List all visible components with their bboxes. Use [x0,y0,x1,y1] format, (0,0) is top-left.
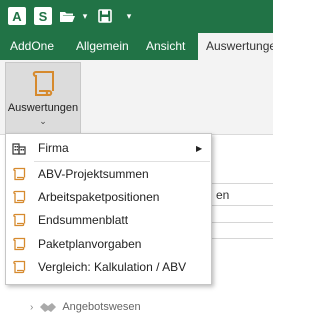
menu-item-label: Firma [38,141,69,155]
submenu-arrow-icon: ▶ [196,143,203,153]
report-scroll-icon [32,71,54,96]
menu-item-label: Vergleich: Kalkulation / ABV [38,260,187,274]
tab-allgemein[interactable]: Allgemein [76,33,129,60]
ribbon-panel: Auswertungen ⌄ [0,60,273,135]
tab-ansicht[interactable]: Ansicht [146,33,185,60]
handshake-icon [40,303,57,312]
tab-auswertungen[interactable]: Auswertungen [198,33,273,60]
menu-separator [34,161,210,162]
menu-item-abv-projektsummen[interactable]: ABV-Projektsummen [6,163,211,185]
report-scroll-icon [13,260,26,274]
menu-item-label: Paketplanvorgaben [38,237,142,251]
menu-item-label: ABV-Projektsummen [38,167,149,181]
menu-item-firma[interactable]: Firma ▶ [6,137,211,159]
menu-item-endsummenblatt[interactable]: Endsummenblatt [6,209,211,231]
tab-addone[interactable]: AddOne [10,33,54,60]
report-scroll-icon [13,213,26,227]
customize-toolbar-icon[interactable]: ▾ [124,7,134,25]
report-scroll-icon [13,167,26,181]
grid-line [212,222,273,223]
building-icon [12,143,26,155]
menu-item-vergleich[interactable]: Vergleich: Kalkulation / ABV [6,256,211,278]
app-s-icon[interactable]: S [34,7,52,25]
auswertungen-button[interactable]: Auswertungen ⌄ [5,62,81,134]
auswertungen-menu: Firma ▶ ABV-Projektsummen Arbeitspaketpo… [5,133,212,285]
menu-item-label: Arbeitspaketpositionen [38,190,160,204]
angebotswesen-label: Angebotswesen [62,301,141,313]
menu-item-paketplanvorgaben[interactable]: Paketplanvorgaben [6,233,211,255]
open-dropdown-icon[interactable]: ▾ [80,7,90,25]
app-a-icon[interactable]: A [8,7,26,25]
column-header-partial: en [216,188,230,202]
menu-item-arbeitspaketpositionen[interactable]: Arbeitspaketpositionen [6,186,211,208]
grid-line [212,205,273,206]
menu-item-label: Endsummenblatt [38,213,129,227]
angebotswesen-group[interactable]: › Angebotswesen [30,300,141,314]
chevron-right-icon: › [30,301,34,313]
title-bar: A S ▾ ▾ [0,0,273,33]
report-scroll-icon [13,190,26,204]
report-scroll-icon [13,237,26,251]
auswertungen-button-label: Auswertungen [7,102,79,114]
save-icon[interactable] [96,7,114,25]
open-folder-icon[interactable] [58,7,76,25]
ribbon-tabs: AddOne Allgemein Ansicht Auswertungen [0,33,273,60]
grid-line [212,183,273,184]
chevron-down-icon: ⌄ [39,116,47,126]
grid-line [212,238,273,239]
